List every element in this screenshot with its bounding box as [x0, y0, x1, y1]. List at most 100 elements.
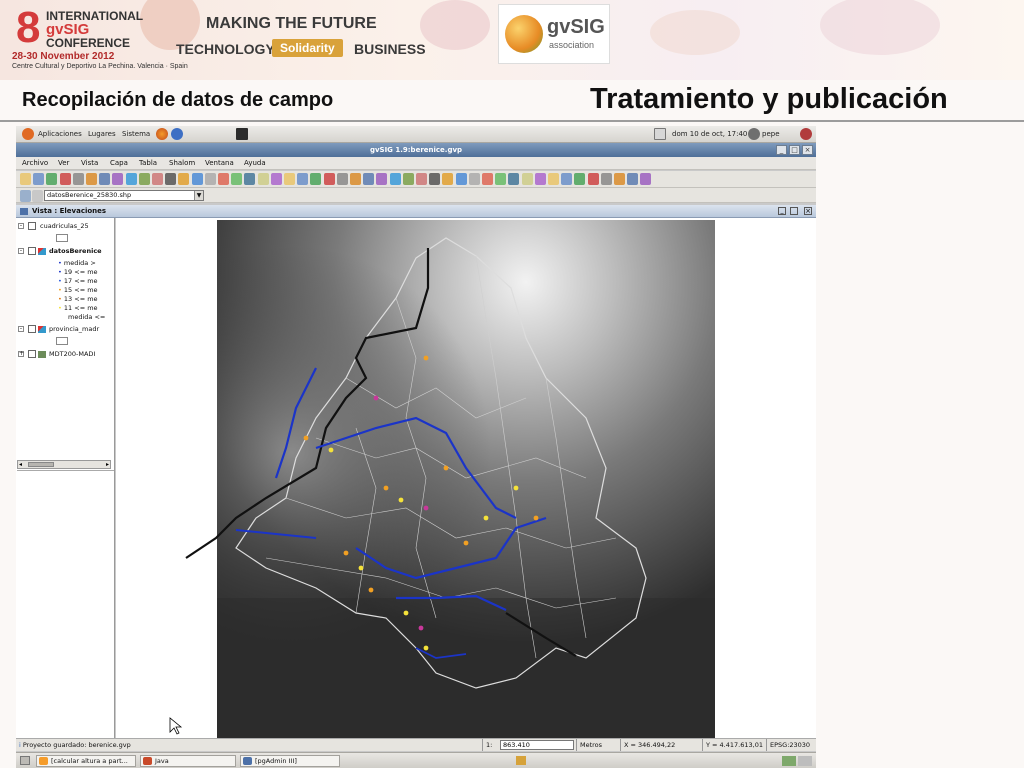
toolbar-tool-icon[interactable]	[587, 173, 599, 185]
toolbar-tool-icon[interactable]	[270, 173, 282, 185]
collapse-icon[interactable]: -	[18, 223, 24, 229]
close-view-button[interactable]: ×	[804, 207, 812, 215]
toolbar-tool-icon[interactable]	[495, 173, 507, 185]
ubuntu-logo-icon[interactable]	[22, 128, 34, 140]
layer-checkbox-checked[interactable]	[28, 325, 36, 333]
power-icon[interactable]	[800, 128, 812, 140]
layer-checkbox[interactable]	[28, 222, 36, 230]
elevation-map[interactable]	[116, 218, 816, 738]
toolbar-tool-icon[interactable]	[508, 173, 520, 185]
toolbar-tool-icon[interactable]	[376, 173, 388, 185]
scroll-left-icon[interactable]: ◂	[19, 461, 22, 468]
toc-layer-row[interactable]: - datosBerenice	[16, 246, 115, 256]
toc-layer-row[interactable]: + MDT200-MADI	[16, 349, 115, 359]
toolbar-tool-icon[interactable]	[627, 173, 639, 185]
expand-icon[interactable]: +	[18, 351, 24, 357]
toolbar-tool-icon[interactable]	[33, 173, 45, 185]
toolbar-tool-icon[interactable]	[231, 173, 243, 185]
toolbar-tool-icon[interactable]	[389, 173, 401, 185]
layer-row-icon[interactable]	[20, 190, 31, 202]
toolbar-tool-icon[interactable]	[257, 173, 269, 185]
minimize-view-button[interactable]: _	[778, 207, 786, 215]
toolbar-tool-icon[interactable]	[178, 173, 190, 185]
toolbar-tool-icon[interactable]	[59, 173, 71, 185]
toolbar-tool-icon[interactable]	[86, 173, 97, 185]
layer-checkbox-checked[interactable]	[28, 247, 36, 255]
toolbar-tool-icon[interactable]	[416, 173, 427, 185]
toolbar-tool-icon[interactable]	[99, 173, 111, 185]
toolbar-tool-icon[interactable]	[204, 173, 216, 185]
toolbar-tool-icon[interactable]	[402, 173, 414, 185]
collapse-icon[interactable]: -	[18, 248, 24, 254]
toolbar-tool-icon[interactable]	[336, 173, 348, 185]
toolbar-tool-icon[interactable]	[640, 173, 652, 185]
toc-layer-row[interactable]: - provincia_madr	[16, 324, 115, 334]
collapse-icon[interactable]: -	[18, 326, 24, 332]
toolbar-tool-icon[interactable]	[112, 173, 124, 185]
toolbar-tool-icon[interactable]	[600, 173, 612, 185]
toolbar-tool-icon[interactable]	[482, 173, 493, 185]
toc-horizontal-scrollbar[interactable]: ◂ ▸	[17, 460, 111, 469]
menu-tabla[interactable]: Tabla	[139, 157, 157, 170]
toolbar-tool-icon[interactable]	[191, 173, 203, 185]
firefox-icon[interactable]	[156, 128, 168, 140]
toolbar-tool-icon[interactable]	[363, 173, 375, 185]
menu-ayuda[interactable]: Ayuda	[244, 157, 266, 170]
toolbar-tool-icon[interactable]	[310, 173, 322, 185]
toolbar-tool-icon[interactable]	[455, 173, 467, 185]
active-layer-select[interactable]: datosBerenice_25830.shp ▼	[44, 190, 204, 201]
menu-archivo[interactable]: Archivo	[22, 157, 48, 170]
toolbar-tool-icon[interactable]	[548, 173, 559, 185]
menu-aplicaciones[interactable]: Aplicaciones	[38, 126, 82, 143]
maximize-button[interactable]: □	[789, 145, 800, 155]
toolbar-tool-icon[interactable]	[574, 173, 586, 185]
toolbar-tool-icon[interactable]	[350, 173, 361, 185]
minimize-button[interactable]: _	[776, 145, 787, 155]
toolbar-tool-icon[interactable]	[218, 173, 229, 185]
scroll-thumb[interactable]	[28, 462, 54, 467]
toolbar-tool-icon[interactable]	[534, 173, 546, 185]
menu-ventana[interactable]: Ventana	[205, 157, 234, 170]
panel-user[interactable]: pepe	[762, 126, 780, 143]
toolbar-tool-icon[interactable]	[297, 173, 309, 185]
workspace-switcher[interactable]	[798, 756, 812, 766]
toolbar-tool-icon[interactable]	[20, 173, 31, 185]
menu-lugares[interactable]: Lugares	[88, 126, 116, 143]
menu-vista[interactable]: Vista	[81, 157, 98, 170]
toolbar-tool-icon[interactable]	[323, 173, 335, 185]
close-button[interactable]: ×	[802, 145, 813, 155]
toolbar-tool-icon[interactable]	[614, 173, 625, 185]
menu-shalom[interactable]: Shalom	[169, 157, 195, 170]
menu-ver[interactable]: Ver	[58, 157, 69, 170]
task-button[interactable]: Java	[140, 755, 236, 767]
show-desktop-icon[interactable]	[20, 756, 30, 765]
panel-clock[interactable]: dom 10 de oct, 17:40	[672, 126, 747, 143]
terminal-icon[interactable]	[236, 128, 248, 140]
menu-sistema[interactable]: Sistema	[122, 126, 150, 143]
toc-layer-row[interactable]: - cuadriculas_25	[16, 221, 115, 231]
scale-input[interactable]: 863.410	[500, 740, 574, 750]
help-icon[interactable]	[171, 128, 183, 140]
toolbar-tool-icon[interactable]	[138, 173, 150, 185]
mail-icon[interactable]	[654, 128, 666, 140]
toolbar-tool-icon[interactable]	[165, 173, 177, 185]
toolbar-tool-icon[interactable]	[125, 173, 137, 185]
units-select[interactable]: Metros	[576, 739, 618, 751]
trash-icon[interactable]	[516, 756, 526, 765]
map-canvas[interactable]	[116, 218, 816, 738]
toolbar-tool-icon[interactable]	[244, 173, 256, 185]
maximize-view-button[interactable]	[790, 207, 798, 215]
toolbar-tool-icon[interactable]	[72, 173, 84, 185]
layer-row-icon[interactable]	[32, 190, 43, 202]
scroll-right-icon[interactable]: ▸	[106, 461, 109, 468]
toolbar-tool-icon[interactable]	[284, 173, 295, 185]
toolbar-tool-icon[interactable]	[152, 173, 163, 185]
toolbar-tool-icon[interactable]	[429, 173, 441, 185]
layer-checkbox-checked[interactable]	[28, 350, 36, 358]
toolbar-tool-icon[interactable]	[468, 173, 480, 185]
toolbar-tool-icon[interactable]	[561, 173, 573, 185]
menu-capa[interactable]: Capa	[110, 157, 128, 170]
toolbar-tool-icon[interactable]	[46, 173, 58, 185]
chevron-down-icon[interactable]: ▼	[194, 191, 203, 200]
workspace-switcher[interactable]	[782, 756, 796, 766]
